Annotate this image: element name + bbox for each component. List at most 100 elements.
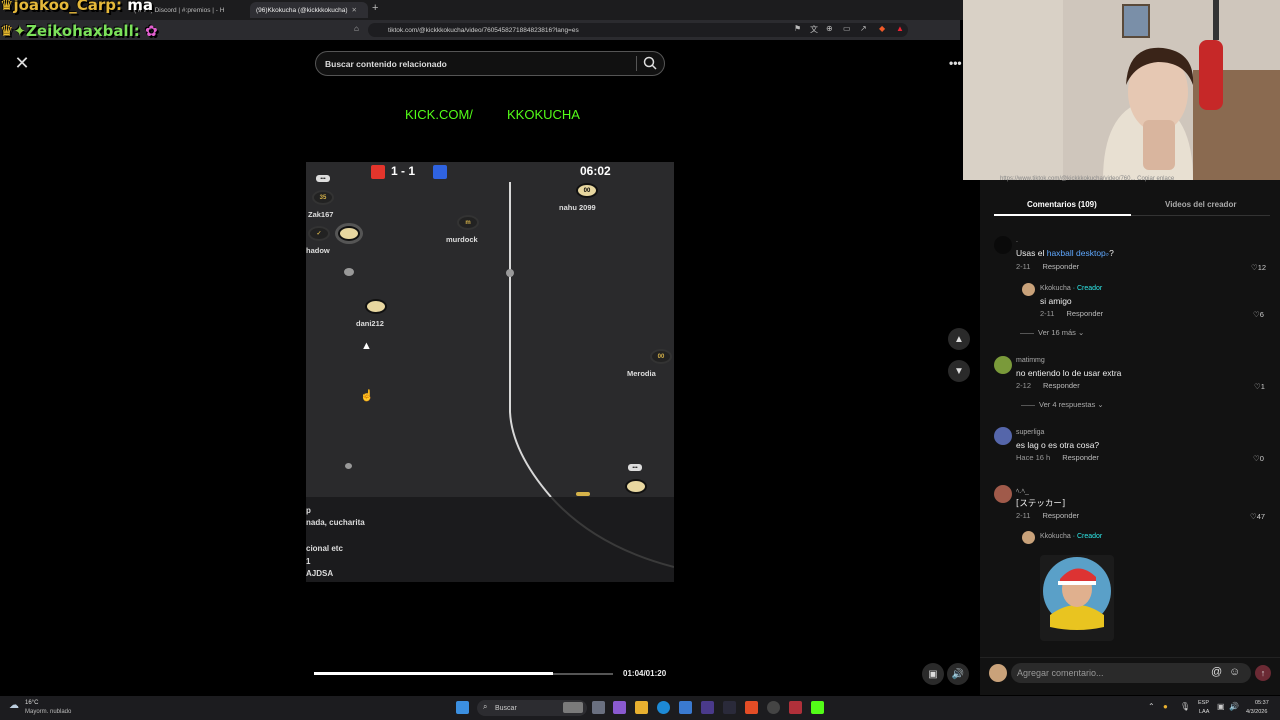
comment-date: 2-12: [1016, 381, 1032, 390]
notepad-icon[interactable]: [679, 701, 692, 714]
reply-button[interactable]: Responder: [1043, 381, 1080, 390]
app-mm-icon[interactable]: [723, 701, 736, 714]
file-explorer-icon[interactable]: [635, 701, 648, 714]
player-name: murdock: [446, 235, 478, 244]
like-button[interactable]: ♡47: [1250, 512, 1265, 521]
close-tab-icon[interactable]: ✕: [352, 6, 357, 14]
sticker-image[interactable]: [1040, 555, 1114, 641]
app-red-icon[interactable]: [789, 701, 802, 714]
volume-button[interactable]: 🔊: [947, 663, 969, 685]
previous-video-button[interactable]: ▲: [948, 328, 970, 350]
avatar[interactable]: [994, 356, 1012, 374]
search-label: Buscar: [495, 704, 517, 712]
progress-fill[interactable]: [314, 672, 554, 675]
tab-creator-videos[interactable]: Videos del creador: [1165, 200, 1236, 209]
volume-icon[interactable]: 🔊: [1229, 702, 1239, 711]
avatar: [989, 664, 1007, 682]
avatar[interactable]: [1022, 531, 1035, 544]
view-more-replies[interactable]: Ver 16 más ⌄: [1020, 328, 1084, 337]
badge-icon: ✦: [13, 22, 27, 40]
like-count: 47: [1256, 512, 1266, 521]
app-fe-icon[interactable]: [701, 701, 714, 714]
network-icon[interactable]: ▣: [1217, 702, 1225, 711]
comment-user[interactable]: matimmg: [1016, 357, 1045, 364]
emoji-icon[interactable]: ☺: [1229, 666, 1240, 678]
send-button[interactable]: ↑: [1255, 665, 1271, 681]
heart-icon: ♡: [1254, 382, 1261, 391]
more-options-icon[interactable]: •••: [949, 56, 962, 70]
chevron-down-icon: ⌄: [1078, 328, 1085, 337]
copilot-icon[interactable]: [613, 701, 626, 714]
tray-app-icon[interactable]: ●: [1163, 702, 1168, 711]
next-video-button[interactable]: ▼: [948, 360, 970, 382]
search-link[interactable]: haxball desktop: [1047, 248, 1106, 258]
translate-icon[interactable]: 文: [810, 24, 818, 35]
lang-indicator[interactable]: ESP: [1198, 700, 1209, 706]
comment-user[interactable]: superliga: [1016, 429, 1044, 436]
clock-date[interactable]: 4/3/2026: [1246, 709, 1267, 715]
chat-username: Zeikohaxball:: [26, 22, 140, 40]
new-tab-button[interactable]: +: [372, 2, 378, 14]
rewards-icon[interactable]: ▲: [896, 24, 904, 33]
brave-icon[interactable]: [745, 701, 758, 714]
comment-user[interactable]: Kkokucha · Creador: [1040, 533, 1102, 540]
brave-shield-icon[interactable]: ◆: [879, 24, 885, 33]
start-icon[interactable]: [456, 701, 469, 714]
close-icon[interactable]: ✕: [12, 53, 32, 73]
mention-icon[interactable]: @: [1211, 666, 1222, 678]
comment-user[interactable]: Kkokucha · Creador: [1040, 285, 1102, 292]
reply-button[interactable]: Responder: [1062, 453, 1099, 462]
search-placeholder: Buscar contenido relacionado: [325, 58, 447, 69]
avatar[interactable]: [994, 427, 1012, 445]
mic-icon[interactable]: 🎙: [1180, 702, 1190, 711]
heart-icon: ♡: [1250, 512, 1257, 521]
search-icon[interactable]: [642, 55, 658, 71]
share-icon[interactable]: ↗: [860, 24, 867, 33]
avatar[interactable]: [1022, 283, 1035, 296]
lang-indicator-2[interactable]: LAA: [1199, 709, 1209, 715]
copy-link-bar[interactable]: https://www.tiktok.com/@kickkkokucha/vid…: [1000, 176, 1260, 186]
edge-icon[interactable]: [657, 701, 670, 714]
player-token: ✓: [308, 226, 330, 241]
like-button[interactable]: ♡12: [1251, 263, 1266, 272]
obs-icon[interactable]: [767, 701, 780, 714]
weather-icon[interactable]: ☁: [9, 700, 19, 711]
reply-button[interactable]: Responder: [1042, 262, 1079, 271]
bookmark-icon[interactable]: ⌂: [354, 24, 359, 33]
player-token: m: [457, 215, 479, 230]
like-button[interactable]: ♡6: [1253, 310, 1264, 319]
tab-label: (96)Kkokucha (@kickkkokucha): [256, 6, 348, 14]
pip-button[interactable]: ▣: [922, 663, 944, 685]
search-divider: [636, 56, 637, 71]
avatar[interactable]: [994, 485, 1012, 503]
comment-user[interactable]: .: [1016, 237, 1018, 244]
reply-button[interactable]: Responder: [1066, 309, 1103, 318]
tab-comments[interactable]: Comentarios (109): [1027, 200, 1097, 209]
avatar[interactable]: [994, 236, 1012, 254]
like-button[interactable]: ♡1: [1254, 382, 1265, 391]
emote-icon: ✿: [144, 22, 158, 40]
chevron-up-icon[interactable]: ⌃: [1148, 702, 1155, 711]
comment-date: 2-11: [1016, 511, 1031, 520]
kick-icon[interactable]: [811, 701, 824, 714]
view-more-replies[interactable]: Ver 4 respuestas ⌄: [1021, 400, 1104, 409]
comment-user[interactable]: ﾍ.ﾍ_: [1016, 486, 1029, 496]
weather-desc[interactable]: Mayorm. nublado: [25, 709, 71, 715]
comment-text: Usas el haxball desktop⌕?: [1016, 248, 1114, 259]
active-tab-indicator: [994, 214, 1131, 216]
reply-button[interactable]: Responder: [1042, 511, 1079, 520]
like-count: 6: [1259, 310, 1264, 319]
clock-time[interactable]: 05:37: [1255, 700, 1269, 706]
ball: [345, 463, 352, 469]
related-search-input[interactable]: Buscar contenido relacionado: [315, 51, 665, 76]
zoom-icon[interactable]: ⊕: [826, 24, 833, 33]
weather-temp[interactable]: 16°C: [25, 700, 38, 706]
cast-icon[interactable]: ▭: [843, 24, 851, 33]
comment-text: si amigo: [1040, 296, 1072, 306]
task-view-icon[interactable]: [592, 701, 605, 714]
like-button[interactable]: ♡0: [1253, 454, 1264, 463]
player-token: 00: [576, 183, 598, 198]
tab-tiktok[interactable]: (96)Kkokucha (@kickkkokucha) ✕: [250, 2, 368, 18]
reader-icon[interactable]: ⚑: [794, 24, 801, 33]
search-highlight-icon[interactable]: [563, 702, 583, 713]
